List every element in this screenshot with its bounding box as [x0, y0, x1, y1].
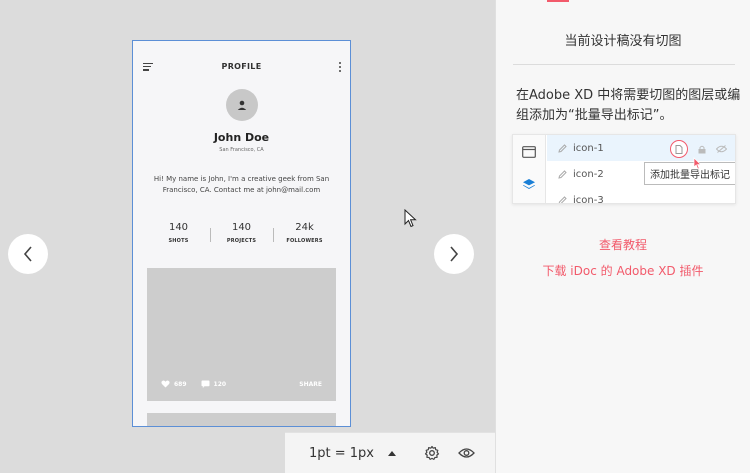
- stat-label: SHOTS: [168, 238, 189, 244]
- layer-name: icon-1: [573, 142, 604, 154]
- pen-icon: [558, 195, 567, 203]
- zoom-level: 1pt = 1px: [309, 445, 374, 461]
- stat-followers: 24k FOLLOWERS: [273, 222, 336, 248]
- lock-icon: [698, 145, 706, 154]
- post-comments: 120: [201, 380, 227, 388]
- layer-row: icon-3: [547, 187, 735, 204]
- layer-actions: [670, 140, 727, 158]
- layer-row: icon-1: [547, 135, 735, 161]
- layer-name: icon-3: [573, 194, 604, 204]
- post-card: [147, 413, 336, 426]
- divider: [513, 64, 735, 65]
- pointer-cursor-icon: [404, 209, 417, 228]
- hidden-eye-icon: [716, 145, 727, 153]
- gear-icon[interactable]: [424, 445, 440, 461]
- comments-count: 120: [213, 380, 227, 388]
- layer-name: icon-2: [573, 168, 604, 180]
- zoom-toolbar: 1pt = 1px: [285, 432, 495, 473]
- comment-icon: [201, 380, 210, 388]
- download-plugin-link[interactable]: 下载 iDoc 的 Adobe XD 插件: [496, 262, 750, 279]
- design-canvas: PROFILE John Doe San Francisco, CA Hi! M…: [0, 0, 495, 473]
- slices-panel: 当前设计稿没有切图 在Adobe XD 中将需要切图的图层或编组添加为“批量导出…: [495, 0, 750, 473]
- user-icon: [237, 100, 247, 110]
- likes-count: 689: [174, 380, 187, 388]
- avatar: [226, 89, 258, 121]
- chevron-right-icon: [450, 246, 459, 262]
- layers-icon: [523, 179, 535, 189]
- panel-title: 当前设计稿没有切图: [564, 34, 682, 49]
- user-bio: Hi! My name is John, I'm a creative geek…: [153, 175, 330, 194]
- stat-projects: 140 PROJECTS: [210, 222, 273, 248]
- stat-label: FOLLOWERS: [286, 238, 323, 244]
- post-likes: 689: [161, 380, 187, 388]
- more-vertical-icon: [339, 62, 342, 72]
- prev-artboard-button[interactable]: [8, 234, 48, 274]
- user-name: John Doe: [213, 131, 270, 144]
- chevron-left-icon: [23, 246, 32, 262]
- pointer-cursor-icon: [693, 157, 702, 170]
- export-mark-illustration: icon-1 icon-2 icon-3 添加批量导出标记: [512, 134, 736, 204]
- artboard-icon: [522, 146, 536, 158]
- user-location: San Francisco, CA: [219, 147, 264, 153]
- next-artboard-button[interactable]: [434, 234, 474, 274]
- heart-icon: [161, 380, 170, 388]
- stat-shots: 140 SHOTS: [147, 222, 210, 248]
- post-card: 689 120 SHARE: [147, 268, 336, 401]
- pen-icon: [558, 143, 567, 153]
- caret-up-icon[interactable]: [388, 450, 396, 456]
- post-actions: 689 120 SHARE: [161, 379, 322, 389]
- eye-icon[interactable]: [458, 447, 475, 459]
- pen-icon: [558, 169, 567, 179]
- export-mark-icon: [670, 140, 688, 158]
- stat-value: 24k: [295, 222, 314, 233]
- artboard-header: PROFILE: [133, 41, 350, 91]
- profile-artboard[interactable]: PROFILE John Doe San Francisco, CA Hi! M…: [132, 40, 351, 427]
- panel-description: 在Adobe XD 中将需要切图的图层或编组添加为“批量导出标记”。: [516, 88, 741, 123]
- demo-sidebar: [513, 135, 546, 203]
- stat-value: 140: [231, 222, 252, 233]
- stats-row: 140 SHOTS 140 PROJECTS 24k FOLLOWERS: [147, 222, 336, 248]
- view-tutorial-link[interactable]: 查看教程: [496, 236, 750, 253]
- active-tab-indicator: [547, 0, 569, 2]
- artboard-title: PROFILE: [221, 62, 262, 71]
- stat-label: PROJECTS: [226, 238, 257, 244]
- stat-value: 140: [168, 222, 189, 233]
- export-tooltip: 添加批量导出标记: [644, 162, 735, 185]
- share-label: SHARE: [299, 380, 322, 388]
